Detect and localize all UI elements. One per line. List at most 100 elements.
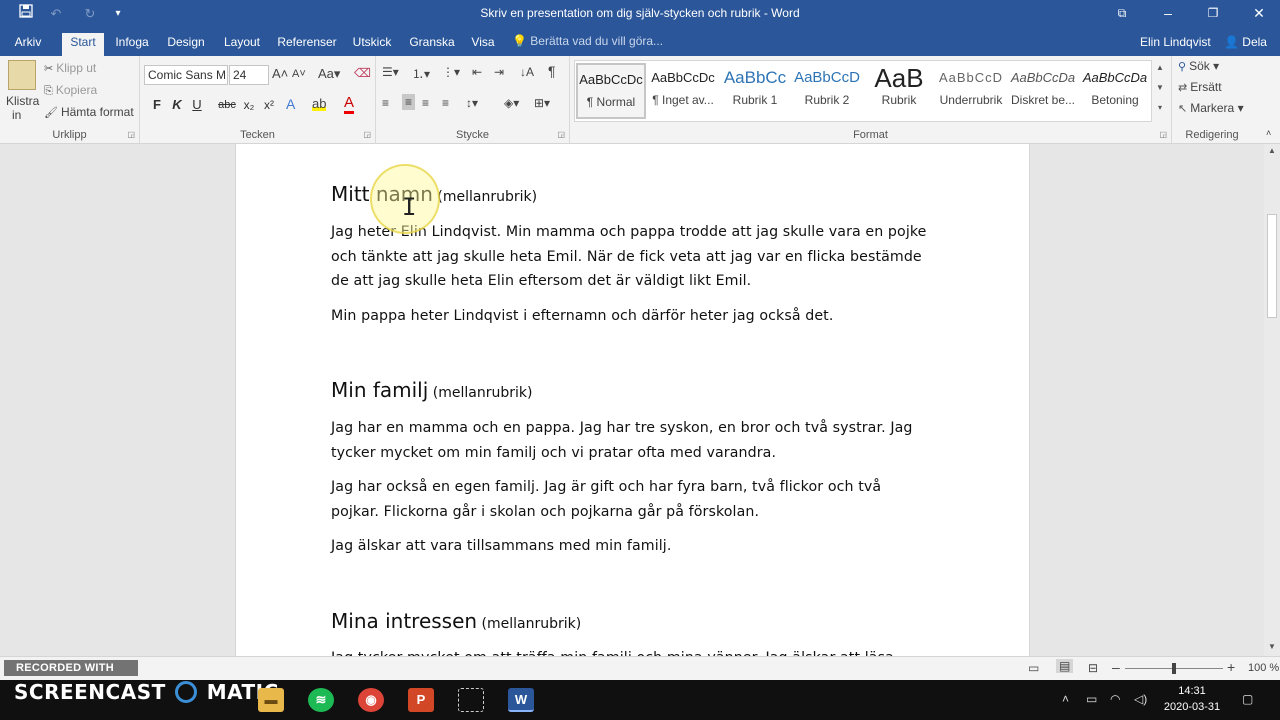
style-heading-1[interactable]: AaBbCc Rubrik 1 (720, 63, 790, 119)
font-launcher-icon[interactable]: ◲ (363, 130, 371, 139)
tell-me-box[interactable]: 💡 Berätta vad du vill göra... (512, 34, 663, 48)
user-name[interactable]: Elin Lindqvist (1140, 35, 1211, 49)
paragraph[interactable]: Min pappa heter Lindqvist i efternamn oc… (331, 304, 931, 329)
styles-scroll-up-icon[interactable]: ▲ (1153, 63, 1167, 72)
style-emphasis[interactable]: AaBbCcDa Betoning (1080, 63, 1150, 119)
share-button[interactable]: 👤 Dela (1224, 35, 1267, 49)
scrollbar-thumb[interactable] (1267, 214, 1277, 318)
pilcrow-icon[interactable]: ¶ (548, 63, 556, 79)
italic-button[interactable]: K (168, 96, 186, 114)
page[interactable]: Mitt namn (mellanrubrik) Jag heter Elin … (235, 144, 1030, 656)
grow-font-icon[interactable]: A˄ (272, 66, 288, 81)
spotify-icon[interactable]: ≋ (308, 688, 334, 712)
style-heading-2[interactable]: AaBbCcD Rubrik 2 (792, 63, 862, 119)
clock[interactable]: 14:31 2020-03-31 (1160, 683, 1224, 715)
print-layout-icon[interactable]: ▤ (1056, 659, 1074, 673)
tab-layout[interactable]: Layout (218, 33, 266, 56)
chrome-icon[interactable]: ◉ (358, 688, 384, 712)
paragraph[interactable]: Jag har också en egen familj. Jag är gif… (331, 475, 931, 524)
strikethrough-button[interactable]: abc (216, 96, 238, 114)
subscript-button[interactable]: x₂ (240, 96, 258, 114)
style-subtitle[interactable]: AaBbCcD Underrubrik (936, 63, 1006, 119)
scroll-down-icon[interactable]: ▼ (1264, 642, 1280, 651)
battery-icon[interactable]: ▭ (1086, 692, 1097, 706)
file-explorer-icon[interactable]: ▬ (258, 688, 284, 712)
tray-expand-icon[interactable]: ˄ (1062, 692, 1069, 706)
paragraph[interactable]: Jag har en mamma och en pappa. Jag har t… (331, 416, 931, 465)
style-normal[interactable]: AaBbCcDc ¶ Normal (576, 63, 646, 119)
snipping-tool-icon[interactable] (458, 688, 484, 712)
paragraph[interactable]: Jag tycker mycket om att träffa min fami… (331, 646, 931, 656)
styles-more-icon[interactable]: ▾ (1153, 103, 1167, 112)
numbering-icon[interactable]: ⒈▾ (412, 65, 430, 82)
increase-indent-icon[interactable]: ⇥ (494, 65, 504, 79)
cut-button[interactable]: ✂ Klipp ut (44, 61, 96, 75)
align-right-icon[interactable]: ≡ (422, 96, 429, 110)
paste-label[interactable]: Klistra (6, 94, 39, 108)
align-center-icon[interactable]: ≡ (402, 94, 416, 110)
paragraph-launcher-icon[interactable]: ◲ (557, 130, 565, 139)
decrease-indent-icon[interactable]: ⇤ (472, 65, 482, 79)
volume-icon[interactable]: ◁) (1134, 692, 1147, 706)
select-button[interactable]: ↖ Markera ▾ (1178, 101, 1244, 115)
superscript-button[interactable]: x² (260, 96, 278, 114)
font-color-icon[interactable]: A (344, 94, 355, 114)
tab-start[interactable]: Start (62, 33, 104, 56)
heading-mina-intressen[interactable]: Mina intressen (mellanrubrik) (331, 609, 581, 633)
close-button[interactable]: ✕ (1236, 0, 1280, 29)
styles-launcher-icon[interactable]: ◲ (1159, 130, 1167, 139)
sort-icon[interactable]: ↓A (520, 65, 534, 79)
justify-icon[interactable]: ≡ (442, 96, 449, 110)
zoom-slider-knob[interactable] (1172, 663, 1176, 674)
underline-button[interactable]: U (188, 96, 206, 114)
restore-button[interactable]: ❐ (1190, 0, 1236, 29)
wifi-icon[interactable]: ◠ (1110, 692, 1120, 706)
word-icon[interactable]: W (508, 688, 534, 712)
tab-design[interactable]: Design (164, 33, 208, 56)
vertical-scrollbar[interactable]: ▲ ▼ (1264, 144, 1280, 656)
text-effects-icon[interactable]: A (286, 96, 295, 112)
read-mode-icon[interactable]: ▭ (1028, 661, 1039, 675)
tab-granska[interactable]: Granska (404, 33, 460, 56)
tab-utskick[interactable]: Utskick (348, 33, 396, 56)
heading-min-familj[interactable]: Min familj (mellanrubrik) (331, 378, 532, 402)
shrink-font-icon[interactable]: A˅ (292, 68, 306, 80)
tab-referenser[interactable]: Referenser (274, 33, 340, 56)
line-spacing-icon[interactable]: ↕▾ (466, 96, 478, 110)
borders-icon[interactable]: ⊞▾ (534, 96, 550, 110)
copy-button[interactable]: ⎘ Kopiera (44, 83, 97, 98)
font-name-field[interactable]: Comic Sans M (144, 65, 228, 85)
zoom-in-icon[interactable]: + (1227, 659, 1235, 675)
align-left-icon[interactable]: ≡ (382, 96, 389, 110)
bullets-icon[interactable]: ☰▾ (382, 65, 399, 79)
ribbon-display-icon[interactable]: ⧉ (1099, 0, 1145, 29)
search-button[interactable]: ⚲ Sök ▾ (1178, 59, 1219, 73)
paragraph[interactable]: Jag heter Elin Lindqvist. Min mamma och … (331, 220, 931, 294)
change-case-icon[interactable]: Aa▾ (318, 66, 340, 82)
zoom-out-icon[interactable]: – (1112, 659, 1120, 675)
format-painter-button[interactable]: 🖌 Hämta format (44, 105, 134, 119)
tab-infoga[interactable]: Infoga (110, 33, 154, 56)
paragraph[interactable]: Jag älskar att vara tillsammans med min … (331, 534, 931, 559)
minimize-button[interactable]: – (1145, 0, 1191, 29)
web-layout-icon[interactable]: ⊟ (1088, 661, 1098, 675)
notifications-icon[interactable]: ▢ (1242, 692, 1253, 706)
style-subtle-emphasis[interactable]: AaBbCcDa Diskret be... (1008, 63, 1078, 119)
paste-icon[interactable] (8, 60, 36, 90)
zoom-level[interactable]: 100 % (1248, 662, 1279, 674)
tab-arkiv[interactable]: Arkiv (6, 33, 50, 56)
font-size-field[interactable]: 24 (229, 65, 269, 85)
highlight-icon[interactable]: ab (312, 96, 327, 111)
styles-scroll-down-icon[interactable]: ▼ (1153, 83, 1167, 92)
paste-dropdown[interactable]: in (12, 108, 21, 122)
style-no-spacing[interactable]: AaBbCcDc ¶ Inget av... (648, 63, 718, 119)
bold-button[interactable]: F (148, 96, 166, 114)
multilevel-list-icon[interactable]: ⋮▾ (442, 65, 460, 79)
replace-button[interactable]: ⇄ Ersätt (1178, 80, 1222, 94)
powerpoint-icon[interactable]: P (408, 688, 434, 712)
collapse-ribbon-icon[interactable]: ˄ (1266, 128, 1271, 138)
clear-format-icon[interactable]: ⌫ (354, 66, 371, 80)
tab-visa[interactable]: Visa (466, 33, 500, 56)
style-title[interactable]: AaB Rubrik (864, 63, 934, 119)
clipboard-launcher-icon[interactable]: ◲ (127, 130, 135, 139)
